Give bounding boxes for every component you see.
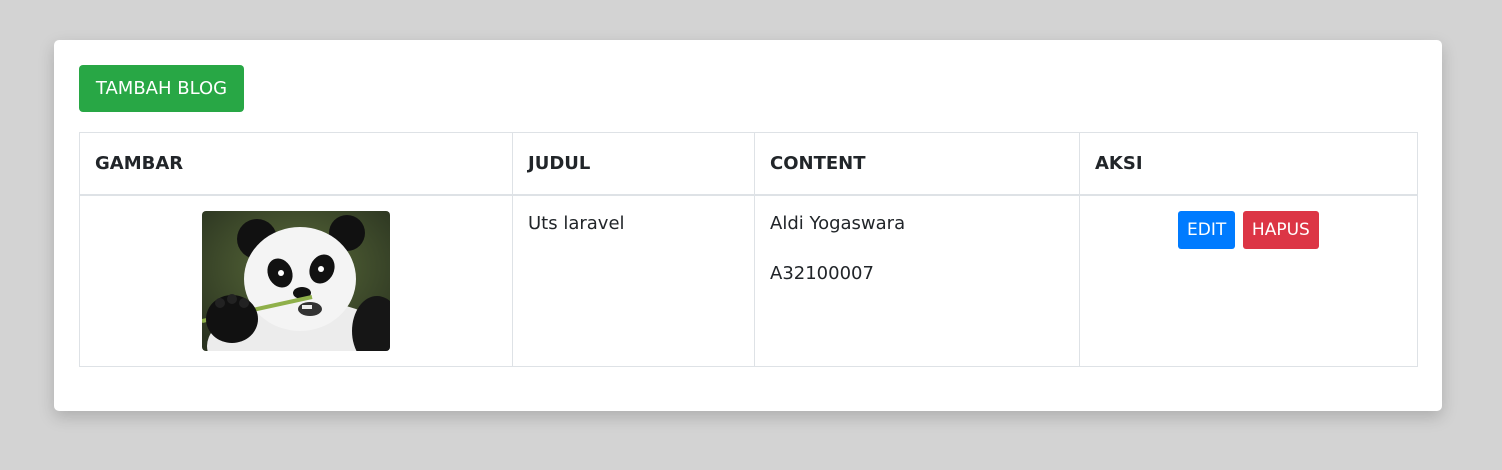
edit-button[interactable]: EDIT [1178, 210, 1236, 249]
panda-photo [202, 210, 390, 351]
add-blog-button[interactable]: TAMBAH BLOG [79, 65, 244, 112]
content-line: A32100007 [770, 262, 874, 284]
cell-gambar [79, 194, 513, 367]
content-line: Aldi Yogaswara [770, 212, 906, 234]
table-header-row: GAMBAR JUDUL CONTENT AKSI [79, 132, 1418, 196]
table-row: Uts laravel Aldi Yogaswara A32100007 EDI… [79, 194, 1418, 367]
cell-aksi: EDIT HAPUS [1079, 194, 1418, 367]
header-judul: JUDUL [512, 132, 755, 196]
blog-table: GAMBAR JUDUL CONTENT AKSI Uts laravel Al… [79, 132, 1418, 367]
header-content: CONTENT [754, 132, 1080, 196]
cell-content: Aldi Yogaswara A32100007 [754, 194, 1080, 367]
judul-text: Uts laravel [528, 212, 625, 234]
header-aksi: AKSI [1079, 132, 1418, 196]
header-gambar: GAMBAR [79, 132, 513, 196]
cell-judul: Uts laravel [512, 194, 755, 367]
blog-card: TAMBAH BLOG GAMBAR JUDUL CONTENT AKSI Ut… [54, 40, 1442, 411]
delete-button[interactable]: HAPUS [1242, 210, 1319, 249]
